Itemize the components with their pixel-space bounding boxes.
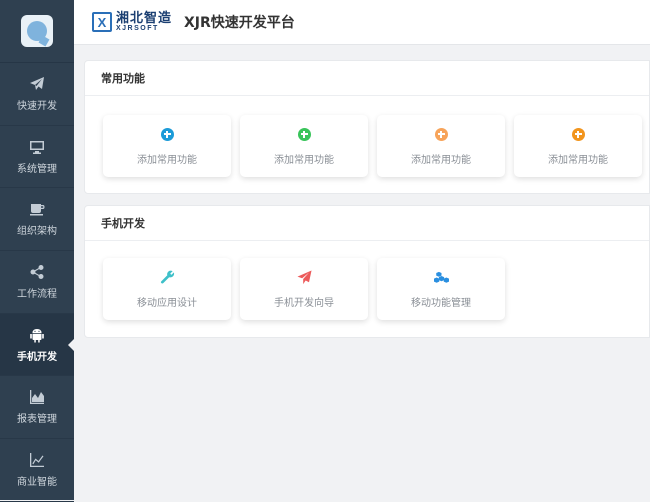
- sidebar-item-label: 手机开发: [17, 351, 57, 363]
- chat-bubble-icon: [27, 21, 47, 41]
- android-icon: [30, 328, 44, 343]
- sidebar-item-label: 报表管理: [17, 414, 57, 426]
- user-avatar-area[interactable]: [0, 0, 74, 63]
- sidebar: 快速开发 系统管理 组织架构 工作流程 手机开发 报表管理 商业智能: [0, 0, 74, 502]
- tile-label: 手机开发向导: [274, 297, 334, 309]
- sidebar-item-org[interactable]: 组织架构: [0, 188, 74, 252]
- paper-plane-icon: [296, 269, 312, 284]
- tile-label: 移动应用设计: [137, 297, 197, 309]
- add-common-function-tile[interactable]: 添加常用功能: [103, 115, 231, 177]
- tile-label: 添加常用功能: [274, 154, 334, 166]
- plus-circle-icon: [434, 127, 448, 141]
- sidebar-item-mobile[interactable]: 手机开发: [0, 313, 74, 377]
- mobile-dev-panel: 手机开发 移动应用设计 手机开发向导 移动功能管理: [84, 205, 650, 338]
- logo-chinese-name: 湘北智造: [116, 11, 173, 26]
- cubes-icon: [433, 271, 449, 283]
- tile-label: 添加常用功能: [411, 154, 471, 166]
- brand-logo[interactable]: X 湘北智造 XJRSOFT: [92, 12, 172, 32]
- share-icon: [30, 264, 44, 279]
- sidebar-item-label: 商业智能: [17, 476, 57, 488]
- common-functions-panel: 常用功能 添加常用功能 添加常用功能 添加常用功能 添加常用功能: [84, 60, 650, 194]
- logo-mark-icon: X: [92, 12, 112, 32]
- sidebar-item-system[interactable]: 系统管理: [0, 126, 74, 189]
- panel-title: 常用功能: [85, 61, 649, 96]
- wrench-icon: [160, 270, 174, 284]
- sidebar-item-label: 快速开发: [17, 100, 57, 112]
- logo-english-name: XJRSOFT: [116, 25, 159, 32]
- add-common-function-tile[interactable]: 添加常用功能: [377, 115, 505, 177]
- paper-plane-icon: [30, 76, 44, 90]
- tile-label: 移动功能管理: [411, 297, 471, 309]
- sidebar-item-quick-dev[interactable]: 快速开发: [0, 63, 74, 126]
- add-common-function-tile[interactable]: 添加常用功能: [240, 115, 368, 177]
- area-chart-icon: [30, 390, 44, 405]
- mobile-app-design-tile[interactable]: 移动应用设计: [103, 258, 231, 320]
- sidebar-item-label: 组织架构: [17, 226, 57, 238]
- sidebar-item-reports[interactable]: 报表管理: [0, 376, 74, 440]
- panel-title: 手机开发: [85, 206, 649, 241]
- plus-circle-icon: [571, 127, 585, 141]
- mobile-function-manage-tile[interactable]: 移动功能管理: [377, 258, 505, 320]
- line-chart-icon: [30, 452, 44, 467]
- tile-label: 添加常用功能: [137, 154, 197, 166]
- monitor-icon: [30, 140, 44, 154]
- avatar[interactable]: [21, 15, 53, 47]
- sidebar-item-label: 系统管理: [17, 163, 57, 175]
- sidebar-item-workflow[interactable]: 工作流程: [0, 251, 74, 314]
- top-header: X 湘北智造 XJRSOFT XJR快速开发平台: [74, 0, 650, 45]
- plus-circle-icon: [297, 127, 311, 141]
- add-common-function-tile[interactable]: 添加常用功能: [514, 115, 642, 177]
- sidebar-item-bi[interactable]: 商业智能: [0, 439, 74, 502]
- tile-label: 添加常用功能: [548, 154, 608, 166]
- logo-text: 湘北智造 XJRSOFT: [116, 12, 172, 32]
- coffee-icon: [30, 204, 45, 216]
- plus-circle-icon: [160, 127, 174, 141]
- mobile-dev-wizard-tile[interactable]: 手机开发向导: [240, 258, 368, 320]
- app-title: XJR快速开发平台: [184, 15, 295, 31]
- sidebar-item-label: 工作流程: [17, 288, 57, 300]
